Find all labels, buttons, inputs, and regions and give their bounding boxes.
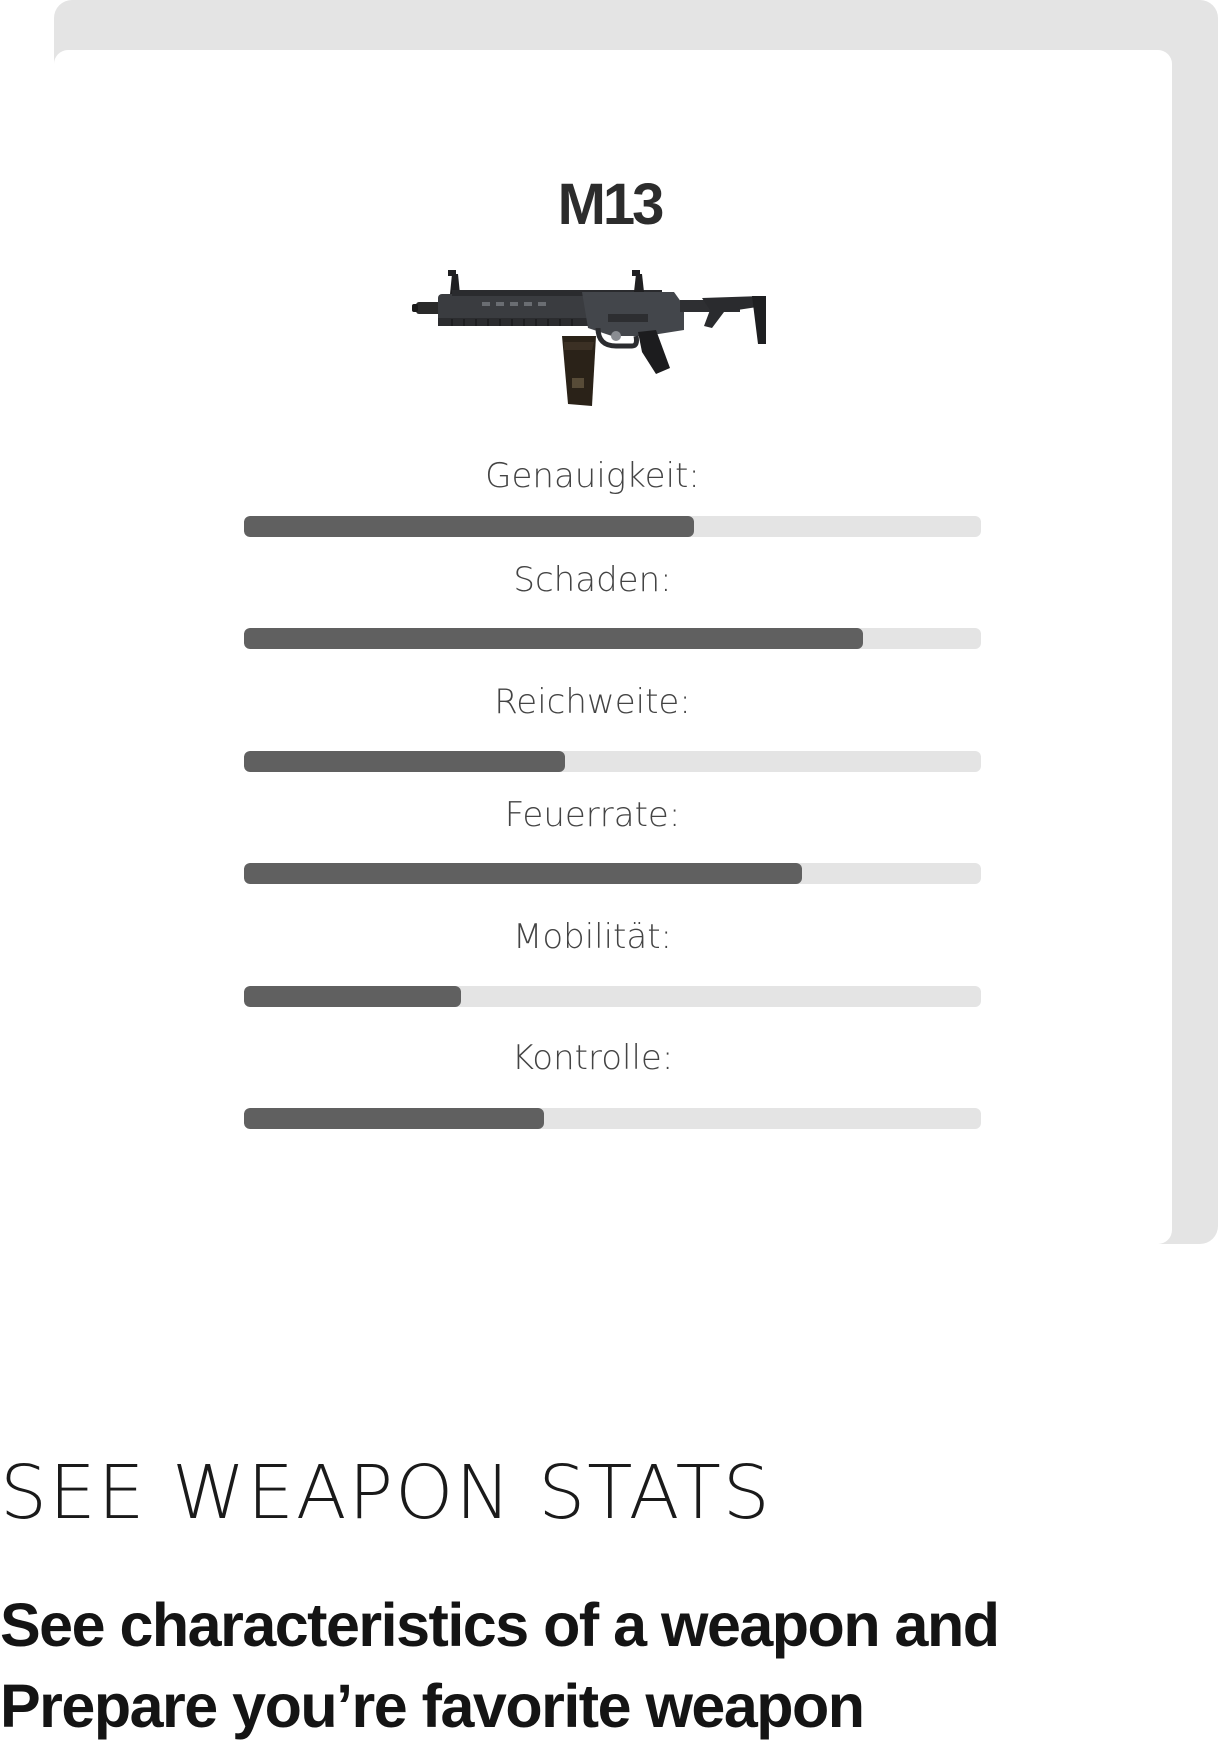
section-description-line: Prepare you’re favorite weapon (0, 1672, 865, 1740)
stat-label-mobility: Mobilität: (512, 917, 672, 957)
stat-bar-control (244, 1108, 981, 1129)
stat-label-range: Reichweite: (494, 682, 691, 722)
stat-bar-fill (244, 986, 462, 1007)
stat-bar-fill (244, 1108, 544, 1129)
section-description: See characteristics of a weapon and Prep… (0, 1585, 1219, 1747)
stat-bar-fill (244, 863, 802, 884)
stat-label-damage: Schaden: (513, 560, 672, 600)
stat-label-accuracy: Genauigkeit: (485, 456, 700, 496)
section-heading: SEE WEAPON STATS (0, 1450, 772, 1536)
section-description-line: See characteristics of a weapon and (0, 1591, 1000, 1659)
stat-bar-fire-rate (244, 863, 981, 884)
stat-label-fire-rate: Feuerrate: (504, 795, 681, 835)
stat-label-control: Kontrolle: (511, 1038, 674, 1078)
stat-bar-fill (244, 628, 864, 649)
assault-rifle-icon (412, 270, 766, 406)
stat-bar-fill (244, 516, 694, 537)
stat-bar-fill (244, 751, 565, 772)
weapon-name: M13 (557, 172, 665, 237)
stat-bar-damage (244, 628, 981, 649)
stat-bar-range (244, 751, 981, 772)
stat-bar-accuracy (244, 516, 981, 537)
stat-bar-mobility (244, 986, 981, 1007)
